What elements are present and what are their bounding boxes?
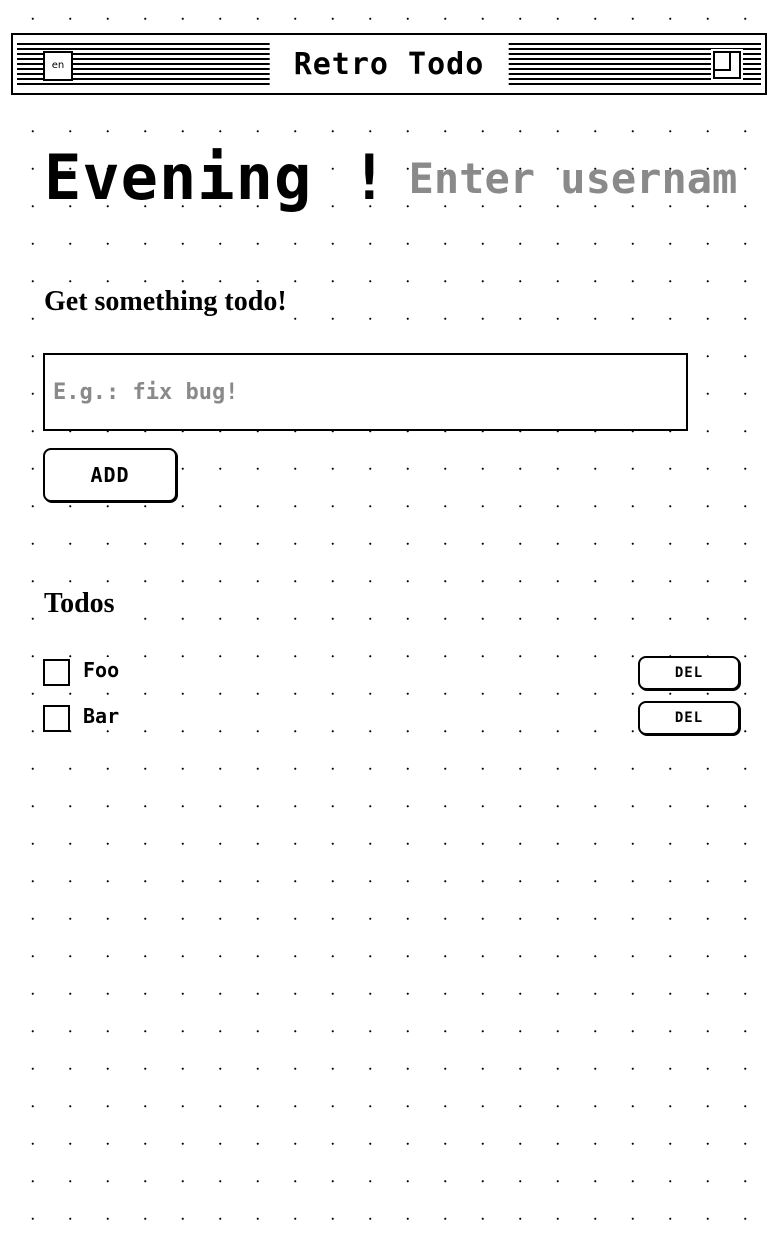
- todo-label: Bar: [83, 703, 122, 729]
- add-todo-button[interactable]: ADD: [43, 448, 177, 502]
- username-input[interactable]: [408, 154, 739, 203]
- language-switch-button[interactable]: en: [43, 51, 73, 81]
- window-title: Retro Todo: [269, 39, 509, 91]
- window-resize-button[interactable]: [711, 49, 743, 81]
- greeting-text: Evening !: [44, 141, 389, 214]
- todo-checkbox[interactable]: [43, 705, 70, 732]
- language-label: en: [51, 60, 65, 71]
- todo-label: Foo: [83, 657, 122, 683]
- todo-checkbox[interactable]: [43, 659, 70, 686]
- new-todo-input[interactable]: [43, 353, 688, 431]
- window-resize-icon: [713, 51, 741, 79]
- new-todo-heading: Get something todo!: [44, 284, 291, 320]
- todos-heading: Todos: [44, 586, 119, 622]
- window-title-bar: en Retro Todo: [11, 33, 767, 95]
- greeting: Evening !: [44, 142, 739, 214]
- delete-todo-button[interactable]: DEL: [638, 656, 740, 690]
- delete-todo-button[interactable]: DEL: [638, 701, 740, 735]
